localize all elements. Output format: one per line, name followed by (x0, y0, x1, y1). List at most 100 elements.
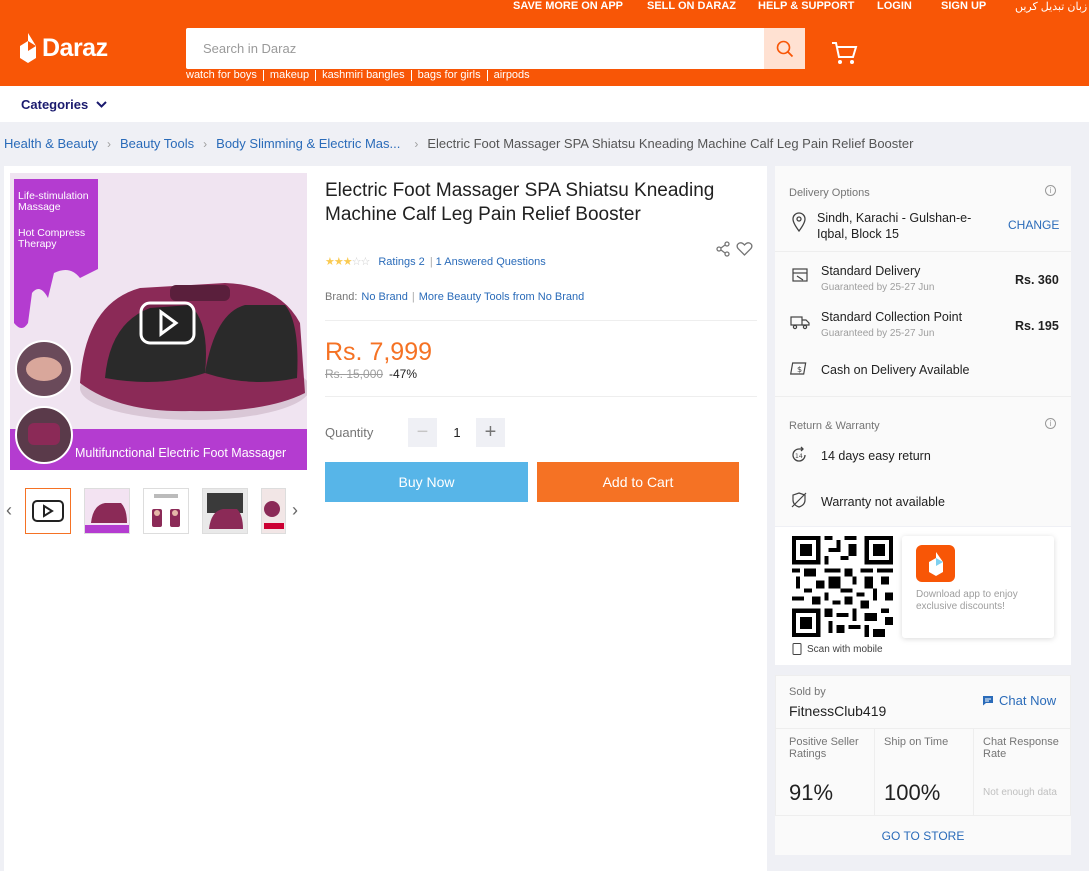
standard-delivery-eta: Guaranteed by 25-27 Jun (821, 282, 935, 293)
sell-on-daraz-link[interactable]: SELL ON DARAZ (647, 0, 736, 12)
return-icon: 14 (792, 446, 806, 462)
search-button[interactable] (764, 28, 805, 69)
help-support-link[interactable]: HELP & SUPPORT (758, 0, 854, 12)
return-warranty-title: Return & Warranty (789, 420, 880, 432)
daraz-app-icon (916, 545, 955, 582)
gallery-prev-button[interactable]: ‹ (6, 500, 12, 521)
quantity-increase-button[interactable]: + (476, 418, 505, 447)
save-more-on-app-link[interactable]: SAVE MORE ON APP (513, 0, 623, 12)
search-suggestions: watch for boys makeup kashmiri bangles b… (186, 70, 536, 81)
categories-menu[interactable]: Categories (21, 97, 107, 112)
breadcrumb-link[interactable]: Beauty Tools (120, 136, 194, 151)
divider (775, 396, 1071, 397)
signup-link[interactable]: SIGN UP (941, 0, 986, 12)
brand-link[interactable]: No Brand (361, 291, 407, 303)
product-main-image[interactable] (10, 173, 307, 470)
app-promo-text: Download app to enjoy exclusive discount… (916, 589, 1018, 612)
svg-text:14: 14 (795, 453, 803, 460)
thumbnail-art (203, 489, 247, 533)
image-overlay-caption: Multifunctional Electric Foot Massager (75, 446, 287, 460)
thumbnail-image[interactable] (84, 488, 130, 534)
divider (325, 320, 757, 321)
suggestion-link[interactable]: airpods (486, 70, 536, 81)
separator: | (411, 291, 415, 303)
go-to-store-button[interactable]: GO TO STORE (775, 815, 1071, 855)
answered-questions-link[interactable]: 1 Answered Questions (436, 256, 546, 268)
info-icon[interactable]: i (1045, 185, 1056, 196)
daraz-logo-icon (20, 33, 36, 63)
return-policy: 14 days easy return (821, 449, 931, 463)
play-video-icon (32, 500, 64, 522)
svg-text:$: $ (797, 365, 802, 374)
product-price: Rs. 7,999 (325, 338, 433, 366)
divider (874, 728, 875, 815)
quantity-label: Quantity (325, 425, 374, 440)
language-switch-link[interactable]: زبان تبدیل کریں (1015, 0, 1087, 13)
thumbnail-art (262, 489, 285, 533)
suggestion-link[interactable]: bags for girls (410, 70, 487, 81)
search-icon (776, 40, 793, 57)
divider (775, 251, 1071, 252)
suggestion-link[interactable]: watch for boys (186, 70, 263, 81)
chevron-down-icon (96, 101, 107, 108)
quantity-decrease-button[interactable]: − (408, 418, 437, 447)
thumbnail-image[interactable] (202, 488, 248, 534)
info-icon[interactable]: i (1045, 418, 1056, 429)
chevron-right-icon: › (203, 136, 208, 151)
truck-icon (790, 316, 810, 330)
original-price: Rs. 15,000 (325, 367, 384, 381)
login-link[interactable]: LOGIN (877, 0, 912, 12)
heart-icon[interactable] (736, 241, 753, 257)
thumbnail-video[interactable] (25, 488, 71, 534)
thumbnail-art (85, 489, 129, 533)
star-rating-icon: ★★★☆☆ (325, 256, 370, 268)
standard-delivery-label: Standard Delivery (821, 264, 921, 278)
suggestion-link[interactable]: kashmiri bangles (315, 70, 411, 81)
breadcrumb-current: Electric Foot Massager SPA Shiatsu Knead… (427, 136, 914, 151)
metric-label: Chat Response Rate (983, 736, 1059, 760)
share-icon[interactable] (715, 241, 731, 257)
divider (973, 728, 974, 815)
warranty-info: Warranty not available (821, 495, 945, 509)
no-warranty-icon (791, 492, 807, 508)
change-location-link[interactable]: CHANGE (1008, 218, 1059, 232)
brand-label: Brand: (325, 291, 358, 303)
ratings-link[interactable]: Ratings 2 (378, 256, 424, 268)
product-brand: Brand: No Brand | More Beauty Tools from… (325, 291, 584, 303)
breadcrumb: Health & Beauty › Beauty Tools › Body Sl… (4, 136, 913, 151)
seller-name[interactable]: FitnessClub419 (789, 703, 886, 719)
breadcrumb-link[interactable]: Body Slimming & Electric Mas... (216, 136, 400, 151)
product-title: Electric Foot Massager SPA Shiatsu Knead… (325, 180, 715, 225)
chat-now-button[interactable]: Chat Now (982, 693, 1056, 708)
metric-value: 100% (884, 780, 941, 805)
thumbnail-image[interactable] (143, 488, 189, 534)
discount-badge: -47% (389, 367, 418, 381)
gallery-next-button[interactable]: › (292, 500, 298, 521)
sold-by-label: Sold by (789, 686, 826, 698)
qr-code-icon[interactable] (792, 536, 893, 637)
add-to-cart-button[interactable]: Add to Cart (537, 462, 739, 502)
collection-point-price: Rs. 195 (1015, 319, 1059, 333)
breadcrumb-link[interactable]: Health & Beauty (4, 136, 98, 151)
buy-now-button[interactable]: Buy Now (325, 462, 528, 502)
chevron-right-icon: › (414, 136, 419, 151)
cash-icon: $ (790, 362, 807, 375)
cart-icon (832, 42, 858, 64)
chat-now-label: Chat Now (999, 693, 1057, 708)
cod-label: Cash on Delivery Available (821, 363, 970, 377)
metric-value: Not enough data (983, 787, 1057, 798)
logo-text: Daraz (42, 33, 108, 62)
metric-label: Ship on Time (884, 736, 949, 748)
daraz-logo[interactable]: Daraz (18, 33, 108, 63)
delivery-options-title: Delivery Options (789, 187, 870, 199)
chat-icon (983, 696, 993, 706)
product-image-art (10, 173, 307, 470)
suggestion-link[interactable]: makeup (262, 70, 315, 81)
cart-button[interactable] (830, 40, 858, 71)
quantity-input[interactable] (440, 418, 474, 447)
thumbnail-image[interactable] (261, 488, 286, 534)
more-from-brand-link[interactable]: More Beauty Tools from No Brand (419, 291, 584, 303)
image-overlay-text: Therapy (18, 238, 57, 250)
divider (325, 396, 757, 397)
search-input[interactable] (186, 28, 764, 69)
